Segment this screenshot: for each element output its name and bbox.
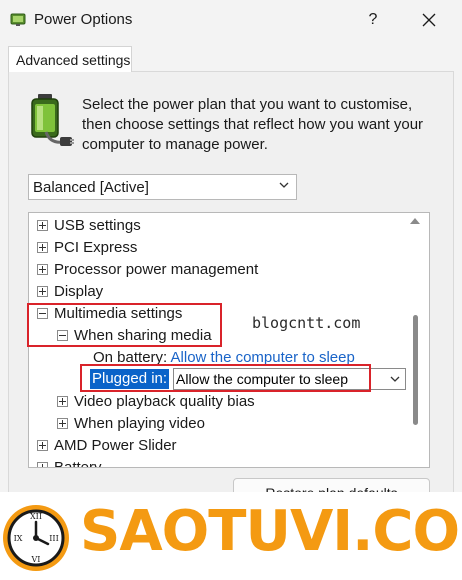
tree-scrollbar[interactable]: [413, 315, 418, 425]
svg-text:III: III: [49, 534, 58, 543]
expand-icon[interactable]: [57, 417, 68, 429]
help-button[interactable]: ?: [358, 6, 388, 34]
intro-text: Select the power plan that you want to c…: [82, 96, 424, 153]
tree-item-label: When sharing media: [74, 327, 212, 344]
plugged-in-dropdown[interactable]: Allow the computer to sleep: [173, 368, 406, 390]
chevron-down-icon: [279, 182, 289, 188]
expand-icon[interactable]: [37, 461, 48, 467]
on-battery-label: On battery:: [93, 349, 168, 366]
power-plan-value: Balanced [Active]: [33, 179, 149, 196]
expand-icon[interactable]: [37, 219, 48, 231]
tree-item-video-playback-quality[interactable]: Video playback quality bias: [57, 391, 255, 413]
tree-item-multimedia-settings[interactable]: Multimedia settings: [37, 303, 182, 325]
plugged-in-value: Allow the computer to sleep: [176, 371, 348, 387]
tree-item-display[interactable]: Display: [37, 281, 103, 303]
tree-item-label: Video playback quality bias: [74, 393, 255, 410]
battery-plug-icon: [31, 94, 74, 146]
tree-item-on-battery[interactable]: On battery: Allow the computer to sleep: [93, 347, 355, 369]
expand-icon[interactable]: [57, 395, 68, 407]
tree-item-label: AMD Power Slider: [54, 437, 177, 454]
on-battery-value-link[interactable]: Allow the computer to sleep: [171, 349, 355, 366]
tree-item-when-playing-video[interactable]: When playing video: [57, 413, 205, 435]
tree-item-when-sharing-media[interactable]: When sharing media: [57, 325, 212, 347]
tree-item-usb-settings[interactable]: USB settings: [37, 215, 141, 237]
clock-logo-icon: XII III VI IX: [3, 505, 69, 571]
close-button[interactable]: [414, 6, 444, 34]
chevron-down-icon: [390, 376, 400, 382]
tree-item-label: Display: [54, 283, 104, 300]
tree-item-label: Processor power management: [54, 261, 259, 278]
power-options-window: Power Options ? Advanced settings Select…: [0, 0, 462, 580]
brand-text: SAOTUVI.COM: [80, 499, 462, 564]
tree-item-label: Battery: [54, 459, 102, 468]
window-title: Power Options: [34, 11, 133, 28]
title-bar: Power Options ?: [0, 0, 462, 40]
expand-icon[interactable]: [37, 263, 48, 275]
collapse-icon[interactable]: [57, 329, 68, 341]
tree-item-label: Multimedia settings: [54, 305, 183, 322]
tree-item-label: When playing video: [74, 415, 205, 432]
expand-icon[interactable]: [37, 285, 48, 297]
svg-text:IX: IX: [14, 534, 23, 543]
tree-item-label: USB settings: [54, 217, 141, 234]
tree-item-pci-express[interactable]: PCI Express: [37, 237, 137, 259]
expand-icon[interactable]: [37, 241, 48, 253]
svg-text:VI: VI: [31, 555, 41, 564]
expand-icon[interactable]: [37, 439, 48, 451]
blog-watermark: blogcntt.com: [252, 314, 361, 332]
tree-item-label: PCI Express: [54, 239, 138, 256]
svg-text:XII: XII: [30, 512, 42, 521]
tree-item-amd-power-slider[interactable]: AMD Power Slider: [37, 435, 177, 457]
power-plan-dropdown[interactable]: Balanced [Active]: [28, 174, 297, 200]
plugged-in-label[interactable]: Plugged in:: [88, 368, 171, 390]
tree-item-processor-power[interactable]: Processor power management: [37, 259, 258, 281]
settings-tree[interactable]: USB settings PCI Express Processor power…: [28, 212, 430, 468]
close-icon: [422, 13, 436, 27]
tree-item-battery[interactable]: Battery: [37, 457, 102, 468]
power-options-app-icon: [10, 13, 26, 26]
tab-advanced-settings[interactable]: Advanced settings: [8, 46, 132, 72]
collapse-icon[interactable]: [37, 307, 48, 319]
scroll-up-arrow-icon[interactable]: [410, 218, 420, 224]
